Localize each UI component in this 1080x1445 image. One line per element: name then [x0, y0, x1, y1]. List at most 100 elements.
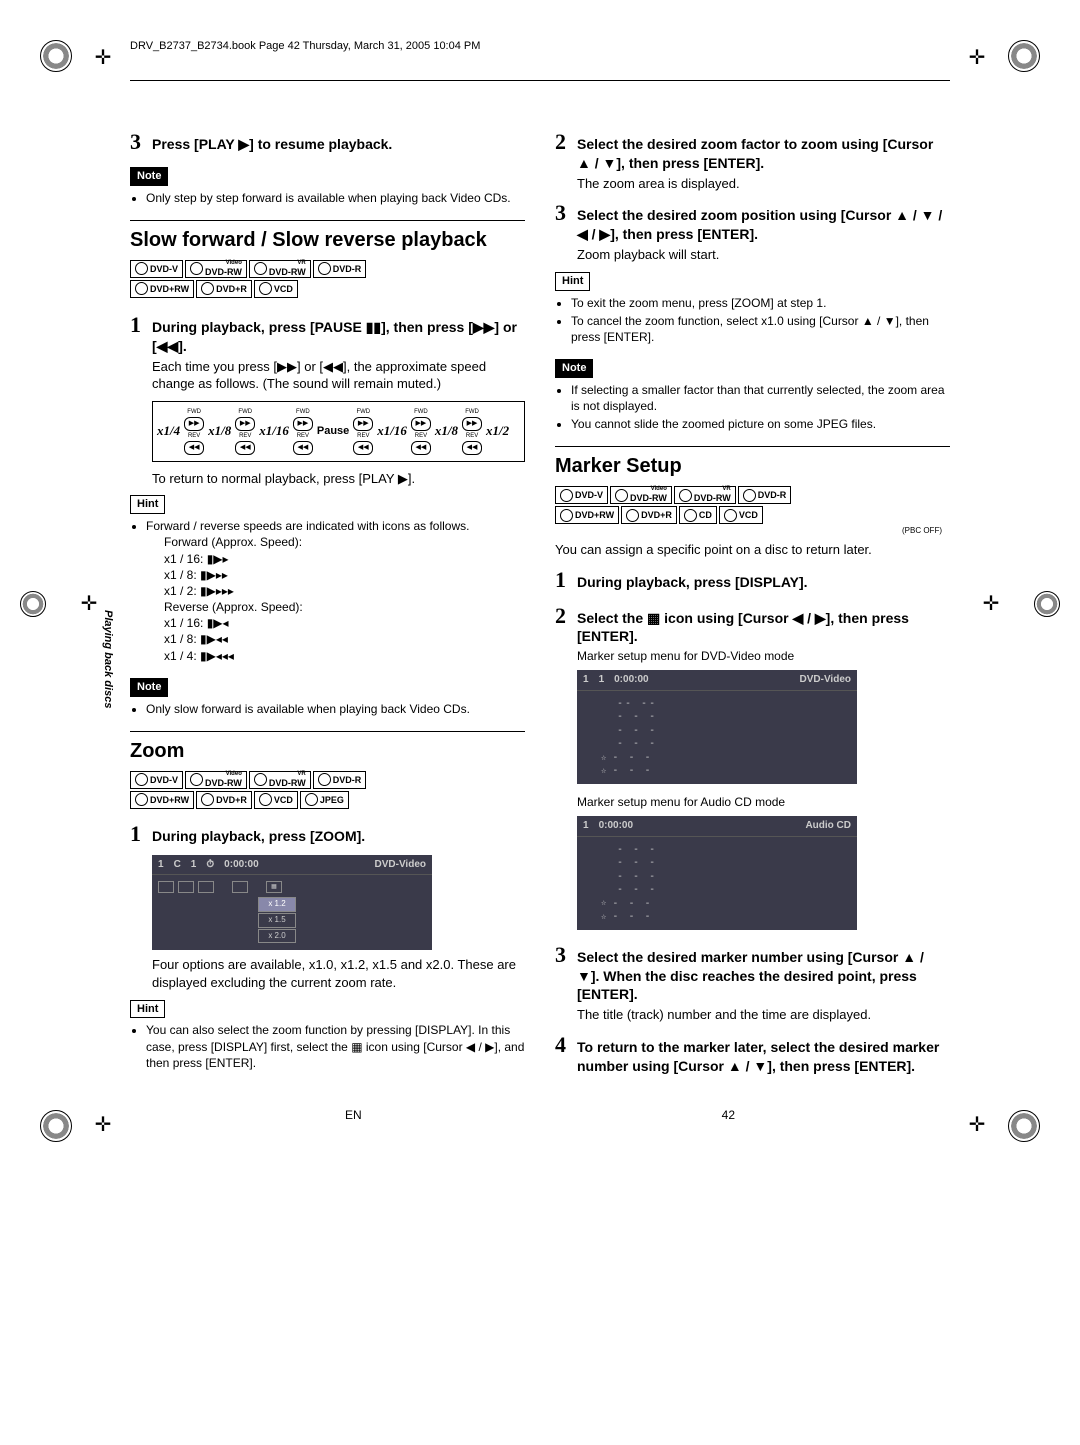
star-icon: ☆ [601, 752, 608, 764]
step-text: To return to the marker later, select th… [577, 1038, 950, 1076]
step-text: Select the ▦ icon using [Cursor ◀ / ▶], … [577, 609, 950, 647]
registration-mark-icon [40, 1110, 72, 1142]
crosshair-icon: ✛ [964, 44, 990, 70]
osd-mode: DVD-Video [800, 673, 852, 687]
disc-icon [743, 489, 756, 502]
left-column: 3 Press [PLAY ▶] to resume playback. Not… [130, 121, 525, 1078]
section-rule [555, 446, 950, 447]
rev-button-icon: ◀◀ [353, 441, 373, 455]
speed-item: x1 / 8: ▮▶▸▸ [164, 567, 525, 583]
fwd-button-icon: ▶▶ [411, 417, 431, 431]
disc-badge: JPEG [300, 791, 349, 809]
marker-intro: You can assign a specific point on a dis… [555, 541, 950, 559]
disc-badge: VRDVD-RW [249, 260, 311, 278]
section-rule [130, 731, 525, 732]
fwd-button-icon: ▶▶ [353, 417, 373, 431]
crosshair-icon: ✛ [964, 1112, 990, 1138]
speed-cell: FWD▶▶REV◀◀ [293, 408, 313, 455]
speed-cell: FWD▶▶REV◀◀ [411, 408, 431, 455]
section-rule [130, 220, 525, 221]
speed-cell: FWD▶▶REV◀◀ [235, 408, 255, 455]
marker-osd-dvd-panel: 1 1 0:00:00 DVD-Video -- -- - - - - - - … [577, 670, 857, 784]
osd-value: 1 [158, 858, 164, 872]
crosshair-icon: ✛ [90, 1112, 116, 1138]
disc-badge: CD [679, 506, 717, 524]
pause-label: Pause [317, 424, 349, 439]
footer-lang: EN [345, 1108, 362, 1122]
marker-caption: Marker setup menu for Audio CD mode [577, 794, 950, 810]
marker-caption: Marker setup menu for DVD-Video mode [577, 648, 950, 664]
header-rule [130, 80, 950, 81]
disc-badge: VCD [719, 506, 763, 524]
star-icon: ☆ [601, 911, 608, 923]
speed-label: x1/4 [157, 422, 180, 440]
disc-format-row: DVD-V VideoDVD-RW VRDVD-RW DVD-R [130, 260, 525, 278]
registration-mark-icon [20, 591, 46, 617]
marker-row: ☆- - - [601, 897, 851, 911]
disc-badge: DVD+RW [130, 280, 194, 298]
rev-label: Reverse (Approx. Speed): [164, 599, 525, 615]
osd-value: 1 [599, 673, 605, 687]
disc-badge: DVD-V [130, 771, 183, 789]
speed-label: x1/16 [377, 422, 407, 440]
osd-value: 1 [583, 673, 589, 687]
page-footer: EN 42 [90, 1078, 990, 1122]
section-title-marker: Marker Setup [555, 453, 950, 480]
hint-item: To exit the zoom menu, press [ZOOM] at s… [571, 295, 950, 311]
step-body: Each time you press [▶▶] or [◀◀], the ap… [152, 358, 525, 393]
step-body: The title (track) number and the time ar… [577, 1006, 950, 1024]
marker-row: ☆- - - [601, 751, 851, 765]
registration-mark-icon [1008, 1110, 1040, 1142]
osd-small-icon [178, 881, 194, 893]
rev-button-icon: ◀◀ [293, 441, 313, 455]
zoom-osd-panel: 1 C 1 ⏱ 0:00:00 DVD-Video [152, 855, 432, 951]
note-item: You cannot slide the zoomed picture on s… [571, 416, 950, 432]
disc-format-row: DVD+RW DVD+R CD VCD [555, 506, 950, 524]
step-text: During playback, press [DISPLAY]. [577, 573, 808, 592]
step-text: Select the desired zoom position using [… [577, 206, 950, 244]
speed-item: x1 / 4: ▮▶◂◂◂ [164, 648, 525, 664]
speed-item: x1 / 16: ▮▶◂ [164, 615, 525, 631]
disc-badge: DVD-R [313, 771, 367, 789]
marker-osd-cd-panel: 1 0:00:00 Audio CD - - - - - - - - - - -… [577, 816, 857, 930]
disc-badge: VideoDVD-RW [185, 771, 247, 789]
fwd-button-icon: ▶▶ [235, 417, 255, 431]
osd-value: 0:00:00 [224, 858, 258, 872]
disc-icon [135, 282, 148, 295]
osd-small-icon [158, 881, 174, 893]
disc-badge: DVD+R [621, 506, 677, 524]
note-item: If selecting a smaller factor than that … [571, 382, 950, 414]
marker-row: - - - [601, 843, 851, 857]
step-number: 1 [130, 819, 152, 849]
slow-return-text: To return to normal playback, press [PLA… [152, 470, 525, 488]
disc-badge: DVD+RW [130, 791, 194, 809]
disc-badge: VCD [254, 280, 298, 298]
disc-badge: DVD-R [738, 486, 792, 504]
osd-mode: DVD-Video [375, 858, 427, 872]
speed-item: x1 / 2: ▮▶▸▸▸ [164, 583, 525, 599]
note-item: Only slow forward is available when play… [146, 701, 525, 717]
disc-format-row: DVD+RW DVD+R VCD JPEG [130, 791, 525, 809]
osd-value: 0:00:00 [614, 673, 648, 687]
marker-row: - - - [601, 883, 851, 897]
registration-mark-icon [1008, 40, 1040, 72]
hint-badge: Hint [130, 495, 165, 514]
speed-label: x1/16 [259, 422, 289, 440]
pbc-off-label: (PBC OFF) [555, 526, 950, 537]
section-title-slow: Slow forward / Slow reverse playback [130, 227, 525, 254]
osd-value: 1 [191, 858, 197, 872]
disc-badge: DVD-V [555, 486, 608, 504]
speed-label: x1/8 [208, 422, 231, 440]
crosshair-icon: ✛ [90, 44, 116, 70]
marker-row: -- -- [601, 697, 851, 711]
zoom-option: x 2.0 [258, 929, 296, 944]
right-column: 2 Select the desired zoom factor to zoom… [555, 121, 950, 1078]
hint-item: Forward / reverse speeds are indicated w… [146, 518, 525, 664]
zoom-option: x 1.2 [258, 897, 296, 912]
step-text: During playback, press [ZOOM]. [152, 827, 365, 846]
marker-row: - - - [601, 737, 851, 751]
hint-badge: Hint [130, 1000, 165, 1019]
disc-icon [560, 489, 573, 502]
marker-row: - - - [601, 710, 851, 724]
rev-button-icon: ◀◀ [411, 441, 431, 455]
